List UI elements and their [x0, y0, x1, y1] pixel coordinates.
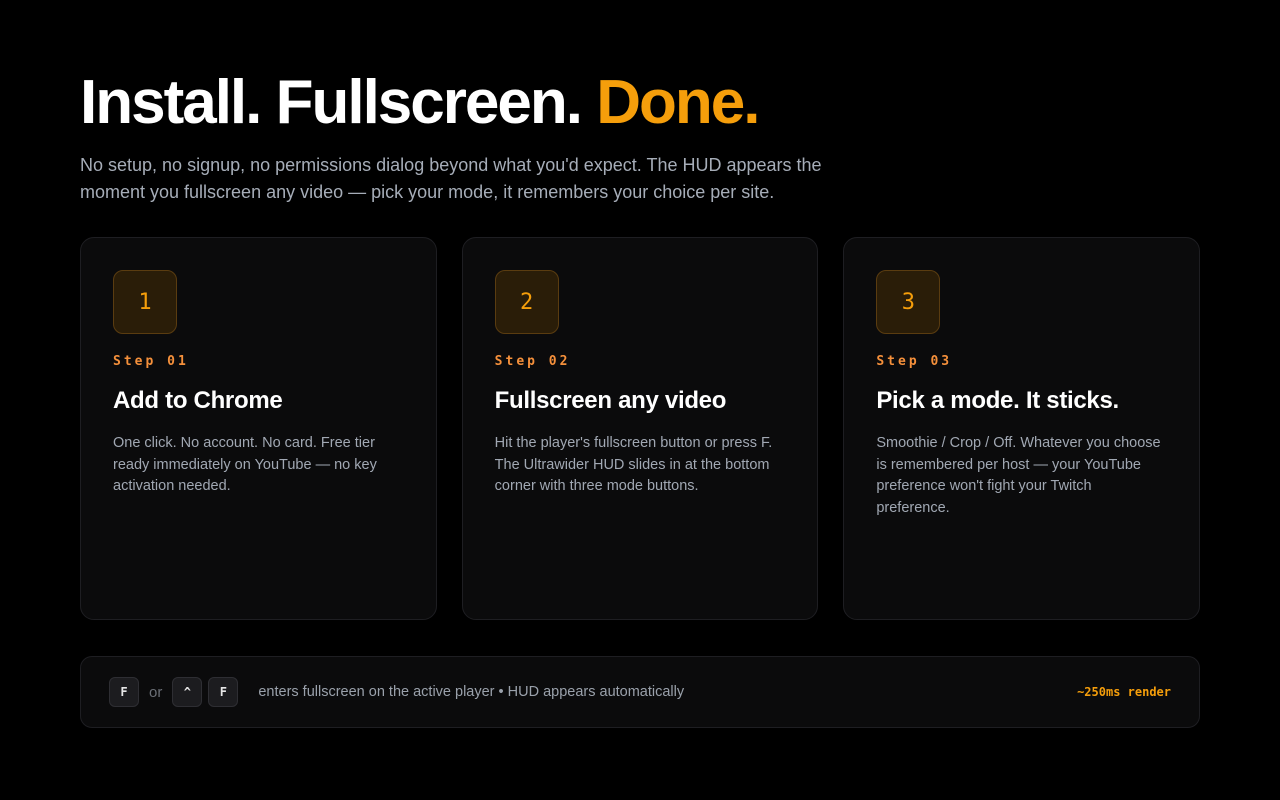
step-number-badge: 3 — [876, 270, 941, 334]
shortcut-description: enters fullscreen on the active player •… — [258, 684, 685, 700]
step-label: Step 03 — [876, 354, 953, 369]
step-description: Smoothie / Crop / Off. Whatever you choo… — [876, 435, 1161, 516]
page-title: Install. Fullscreen. Done. — [80, 66, 1200, 140]
step-card-3: 3 Step 03 Pick a mode. It sticks. Smooth… — [843, 237, 1201, 620]
headline-accent: Done. — [596, 68, 760, 137]
shortcut-bar: F or ^ F enters fullscreen on the active… — [80, 656, 1200, 728]
key-ctrl: ^ — [172, 677, 203, 707]
key-f-combo: F — [208, 677, 239, 707]
steps-row: 1 Step 01 Add to Chrome One click. No ac… — [80, 237, 1201, 620]
render-badge: ~250ms render — [1077, 685, 1171, 699]
hero-subtitle: No setup, no signup, no permissions dial… — [80, 155, 822, 202]
step-description: One click. No account. No card. Free tie… — [113, 435, 377, 494]
step-label: Step 01 — [113, 354, 189, 369]
step-card-1: 1 Step 01 Add to Chrome One click. No ac… — [80, 237, 437, 620]
step-number-badge: 2 — [494, 270, 559, 334]
step-card-2: 2 Step 02 Fullscreen any video Hit the p… — [461, 237, 819, 620]
hero-section: Install. Fullscreen. Done. No setup, no … — [80, 66, 1200, 206]
step-description: Hit the player's fullscreen button or pr… — [494, 435, 773, 494]
step-title: Fullscreen any video — [494, 387, 727, 414]
step-title: Pick a mode. It sticks. — [876, 387, 1119, 414]
key-f: F — [109, 677, 139, 707]
step-number-badge: 1 — [113, 270, 177, 334]
step-label: Step 02 — [494, 354, 571, 369]
step-title: Add to Chrome — [113, 387, 283, 414]
or-label: or — [149, 683, 163, 701]
headline-main: Install. Fullscreen. — [80, 68, 583, 137]
